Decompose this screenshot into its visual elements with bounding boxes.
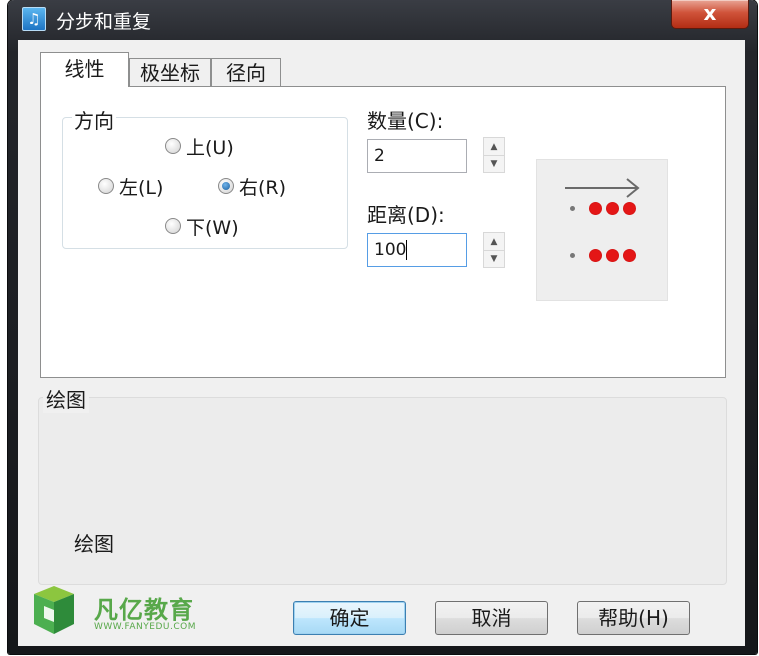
drawing-group — [38, 397, 727, 585]
radio-left-circle[interactable] — [98, 178, 114, 194]
preview-original-dot — [570, 253, 575, 258]
radio-up[interactable]: 上(U) — [165, 133, 234, 159]
ok-button[interactable]: 确定 — [293, 601, 406, 635]
radio-left[interactable]: 左(L) — [98, 173, 163, 199]
preview-copy-dot — [623, 202, 636, 215]
preview-copy-dot — [589, 249, 602, 262]
count-spin-down-icon[interactable]: ▼ — [484, 155, 504, 172]
distance-input[interactable]: 100 — [367, 233, 467, 267]
title-bar[interactable]: ♫ 分步和重复 x — [8, 0, 757, 40]
drawing-static-text: 绘图 — [74, 532, 114, 556]
window-title: 分步和重复 — [56, 11, 152, 33]
tab-linear[interactable]: 线性 — [40, 52, 129, 87]
help-button[interactable]: 帮助(H) — [577, 601, 690, 635]
tab-polar[interactable]: 极坐标 — [129, 58, 211, 87]
watermark-brand: 凡亿教育 — [94, 596, 194, 624]
app-icon: ♫ — [22, 7, 46, 31]
distance-spin-down-icon[interactable]: ▼ — [484, 250, 504, 267]
dialog-client-area: 线性 极坐标 径向 方向 上(U) 左(L) 右(R) 下(W) 数量(C): … — [18, 40, 745, 646]
close-button[interactable]: x — [671, 0, 749, 29]
fanyi-logo-icon — [34, 586, 74, 634]
distance-spinner[interactable]: ▲ ▼ — [483, 232, 505, 268]
text-caret — [406, 240, 408, 260]
preview-copy-dot — [606, 249, 619, 262]
preview-original-dot — [570, 206, 575, 211]
watermark-url: WWW.FANYEDU.COM — [94, 622, 196, 632]
watermark-logo: 凡亿教育 WWW.FANYEDU.COM — [30, 582, 220, 646]
radio-right[interactable]: 右(R) — [218, 173, 286, 199]
count-spin-up-icon[interactable]: ▲ — [484, 138, 504, 156]
cancel-button[interactable]: 取消 — [435, 601, 548, 635]
dialog-window: ♫ 分步和重复 x 线性 极坐标 径向 方向 上(U) 左(L) 右(R) 下(… — [8, 0, 757, 654]
radio-down-circle[interactable] — [165, 218, 181, 234]
radio-down[interactable]: 下(W) — [165, 213, 239, 239]
preview-copy-dot — [623, 249, 636, 262]
radio-left-label: 左(L) — [119, 176, 164, 199]
count-input[interactable]: 2 — [367, 139, 467, 173]
distance-spin-up-icon[interactable]: ▲ — [484, 233, 504, 251]
distance-value: 100 — [374, 240, 407, 260]
radio-up-label: 上(U) — [186, 136, 234, 159]
distance-label: 距离(D): — [367, 203, 445, 227]
count-value: 2 — [374, 146, 385, 166]
preview-image — [536, 159, 668, 301]
radio-right-circle[interactable] — [218, 178, 234, 194]
preview-copy-dot — [589, 202, 602, 215]
tab-radial[interactable]: 径向 — [211, 58, 281, 87]
radio-down-label: 下(W) — [186, 216, 239, 239]
drawing-legend: 绘图 — [43, 384, 89, 413]
preview-copy-dot — [606, 202, 619, 215]
count-label: 数量(C): — [367, 109, 444, 133]
radio-right-label: 右(R) — [239, 176, 287, 199]
arrow-right-icon — [565, 178, 640, 198]
count-spinner[interactable]: ▲ ▼ — [483, 137, 505, 173]
linear-tab-panel: 方向 上(U) 左(L) 右(R) 下(W) 数量(C): 2 ▲ ▼ 距离(D… — [40, 86, 726, 378]
radio-up-circle[interactable] — [165, 138, 181, 154]
direction-legend: 方向 — [72, 105, 116, 134]
